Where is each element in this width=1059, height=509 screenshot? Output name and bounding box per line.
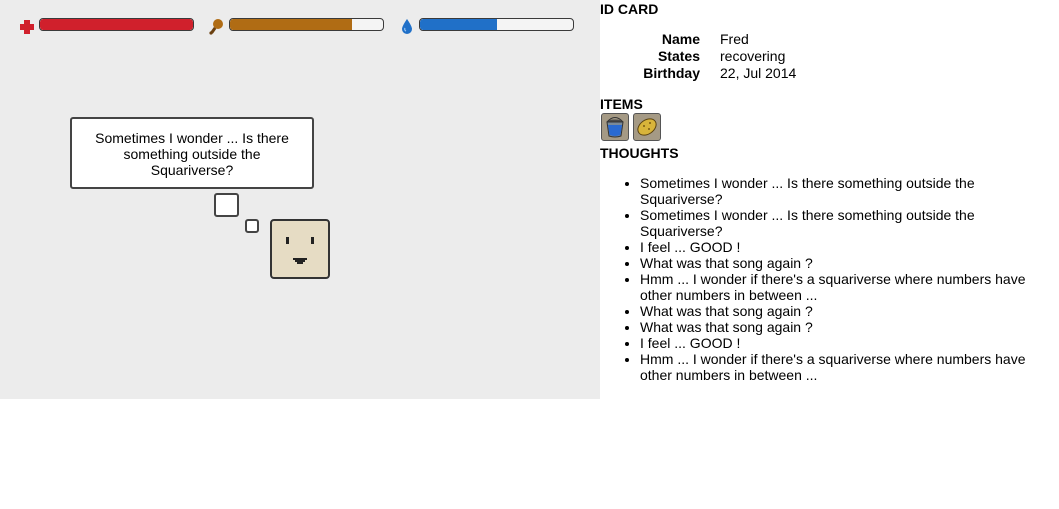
birthday-value: 22, Jul 2014 [720, 65, 797, 81]
water-bar [419, 18, 574, 31]
character-eye [286, 237, 289, 244]
name-value: Fred [720, 31, 749, 47]
character-eye [311, 237, 314, 244]
thought-item: What was that song again ? [640, 319, 1040, 335]
character-mouth [293, 258, 307, 264]
water-bar-fill [420, 19, 497, 30]
item-slot-bucket[interactable] [601, 113, 629, 141]
thought-item: I feel ... GOOD ! [640, 335, 1040, 351]
thoughts-title: THOUGHTS [600, 145, 679, 161]
thought-bubble: Sometimes I wonder ... Is there somethin… [70, 117, 314, 189]
thought-item: What was that song again ? [640, 255, 1040, 271]
thoughts-list: Sometimes I wonder ... Is there somethin… [600, 175, 1040, 383]
drumstick-icon [209, 19, 223, 35]
potato-icon [637, 118, 657, 136]
id-row-states: States recovering [600, 48, 900, 65]
thought-bubble-dot [245, 219, 259, 233]
id-row-birthday: Birthday 22, Jul 2014 [600, 65, 900, 82]
thought-item: I feel ... GOOD ! [640, 239, 1040, 255]
square-character[interactable] [270, 219, 330, 279]
water-bucket-icon [606, 117, 624, 138]
water-drop-icon [402, 19, 412, 34]
thought-item: What was that song again ? [640, 303, 1040, 319]
thought-item: Hmm ... I wonder if there's a squarivers… [640, 271, 1040, 303]
birthday-label: Birthday [643, 65, 700, 81]
states-value: recovering [720, 48, 786, 64]
thought-item: Hmm ... I wonder if there's a squarivers… [640, 351, 1040, 383]
id-row-name: Name Fred [600, 31, 900, 48]
thought-bubble-dot [214, 193, 239, 217]
states-label: States [657, 48, 700, 64]
item-slot-potato[interactable] [633, 113, 661, 141]
thought-bubble-text: Sometimes I wonder ... Is there somethin… [95, 130, 289, 178]
thought-item: Sometimes I wonder ... Is there somethin… [640, 175, 1040, 207]
food-bar-fill [230, 19, 353, 30]
items-title: ITEMS [600, 96, 643, 112]
game-area: Sometimes I wonder ... Is there somethin… [0, 0, 600, 399]
health-bar-fill [40, 19, 193, 30]
red-cross-icon [20, 20, 34, 34]
thought-item: Sometimes I wonder ... Is there somethin… [640, 207, 1040, 239]
id-card-title: ID CARD [600, 1, 659, 17]
name-label: Name [661, 31, 700, 47]
food-bar [229, 18, 384, 31]
health-bar [39, 18, 194, 31]
info-panel: ID CARD Name Fred States recovering Birt… [600, 0, 1059, 399]
